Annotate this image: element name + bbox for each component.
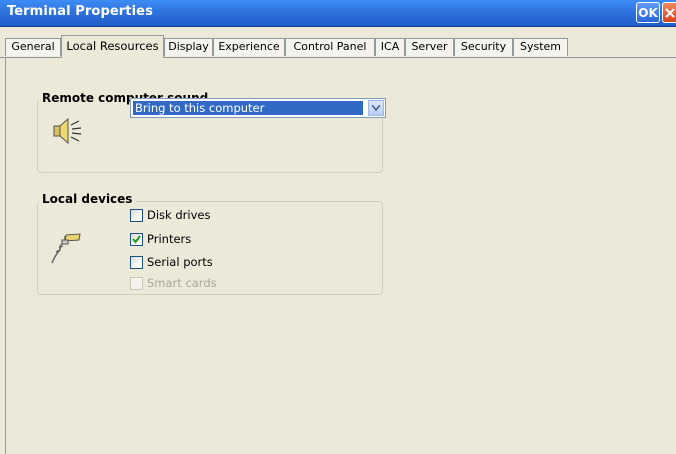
checkbox-serial-ports[interactable]: Serial ports [130, 254, 213, 270]
sound-dropdown[interactable]: Bring to this computer [130, 98, 386, 118]
dropdown-arrow-button[interactable] [368, 100, 384, 116]
window-title: Terminal Properties [7, 4, 153, 19]
checkbox-box[interactable] [130, 208, 143, 222]
tab-display[interactable]: Display [164, 38, 213, 56]
checkbox-label: Smart cards [147, 276, 217, 290]
tab-strip: General Local Resources Display Experien… [0, 35, 676, 58]
close-button[interactable] [662, 2, 676, 23]
ok-button[interactable]: OK [636, 2, 660, 23]
tab-local-resources[interactable]: Local Resources [61, 35, 164, 58]
tab-ica[interactable]: ICA [375, 38, 405, 56]
checkbox-disk-drives[interactable]: Disk drives [130, 207, 210, 223]
title-bar: Terminal Properties OK [0, 0, 676, 27]
sound-dropdown-value: Bring to this computer [133, 101, 363, 115]
checkbox-smart-cards: Smart cards [130, 275, 217, 291]
checkbox-box [130, 276, 143, 290]
checkbox-printers[interactable]: Printers [130, 231, 191, 247]
speaker-icon [53, 117, 82, 145]
tab-server[interactable]: Server [405, 38, 454, 56]
chevron-down-icon [372, 105, 380, 111]
plug-icon [51, 233, 81, 264]
checkmark-icon [132, 234, 141, 244]
tab-general[interactable]: General [5, 38, 61, 56]
tab-experience[interactable]: Experience [213, 38, 285, 56]
checkbox-label: Printers [147, 232, 192, 246]
checkbox-label: Disk drives [147, 208, 211, 222]
close-icon [664, 7, 675, 18]
tab-security[interactable]: Security [454, 38, 513, 56]
checkbox-box[interactable] [130, 232, 143, 246]
tab-system[interactable]: System [513, 38, 568, 56]
checkbox-label: Serial ports [147, 255, 213, 269]
checkbox-box[interactable] [130, 255, 143, 269]
tab-control-panel[interactable]: Control Panel [285, 38, 375, 56]
local-devices-group-title: Local devices [39, 192, 137, 206]
